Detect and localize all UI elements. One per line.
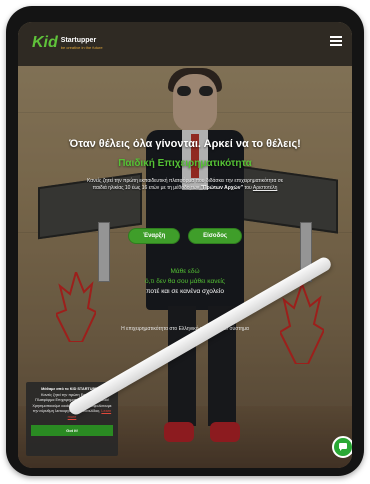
hero-subtitle: Παιδική Επιχειρηματικότητα [118, 158, 252, 169]
hero-title: Όταν θέλεις όλα γίνονται. Αρκεί να το θέ… [69, 138, 301, 150]
bottom-tagline: Η επιχειρηματικότητα στο Ελληνικό εκπαιδ… [121, 326, 249, 332]
menu-bar [330, 36, 342, 38]
hero-desc-part1: Κανείς ζητεί την πρώτη εκπαιδευτική πλατ… [86, 178, 234, 184]
logo-tagline: be creative in the future [60, 44, 103, 50]
chat-bubble-icon[interactable] [332, 436, 352, 458]
logo-startupper-text: Startupper [60, 36, 97, 44]
site-header: Kid Startupper be creative in the future [18, 22, 352, 66]
hero-buttons: Έναρξη Είσοδος [18, 228, 352, 244]
learn-line-3: ποτέ και σε κανένα σχολείο [146, 288, 224, 295]
hero-description: Κανείς ζητεί την πρώτη εκπαιδευτική πλατ… [80, 178, 290, 193]
logo-kid-text: Kid [32, 34, 58, 51]
tablet-frame: Kid Startupper be creative in the future… [6, 6, 364, 476]
hero-desc-bold: "Πρώτων Αρχών" [200, 185, 243, 192]
menu-bar [330, 44, 342, 46]
start-button[interactable]: Έναρξη [127, 228, 181, 244]
cookie-accept-button[interactable]: Got it! [31, 425, 113, 436]
screen: Kid Startupper be creative in the future… [18, 22, 352, 468]
site-logo[interactable]: Kid Startupper be creative in the future [32, 32, 103, 54]
logo-right: Startupper be creative in the future [61, 37, 103, 50]
aristotle-link[interactable]: Αριστοτέλη [253, 185, 277, 191]
chat-icon [339, 443, 347, 451]
hamburger-menu-icon[interactable] [330, 36, 342, 46]
hero-desc-part3: του [244, 185, 252, 192]
login-button[interactable]: Είσοδος [188, 228, 243, 244]
menu-bar [330, 40, 342, 42]
